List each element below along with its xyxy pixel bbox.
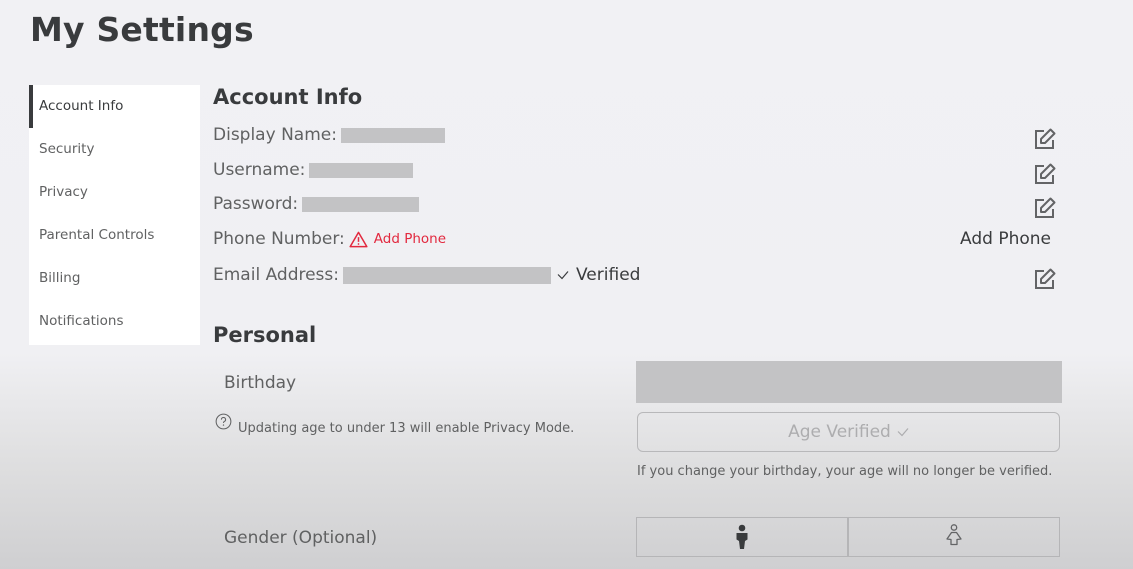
email-label: Email Address: — [213, 265, 339, 285]
gender-female-button[interactable] — [847, 518, 1059, 556]
female-icon — [946, 524, 962, 546]
phone-row: Phone Number: Add Phone — [213, 229, 446, 249]
edit-display-name-icon[interactable] — [1033, 127, 1057, 151]
add-phone-button[interactable]: Add Phone — [960, 229, 1051, 249]
sidebar-item-parental-controls[interactable]: Parental Controls — [29, 214, 200, 257]
display-name-row: Display Name: — [213, 125, 445, 145]
password-row: Password: — [213, 194, 420, 214]
age-verified-button[interactable]: Age Verified — [637, 412, 1060, 452]
display-name-value-redacted — [340, 127, 445, 143]
check-icon — [897, 428, 909, 437]
username-label: Username: — [213, 160, 306, 180]
birthday-label: Birthday — [224, 373, 297, 393]
privacy-mode-hint-text: Updating age to under 13 will enable Pri… — [238, 421, 575, 436]
account-info-heading: Account Info — [213, 85, 363, 109]
edit-email-icon[interactable] — [1033, 267, 1057, 291]
sidebar-item-billing[interactable]: Billing — [29, 257, 200, 300]
verified-text: Verified — [576, 265, 641, 285]
sidebar-item-security[interactable]: Security — [29, 128, 200, 171]
privacy-mode-hint: Updating age to under 13 will enable Pri… — [215, 413, 575, 436]
phone-label: Phone Number: — [213, 229, 345, 249]
password-label: Password: — [213, 194, 299, 214]
add-phone-link-text: Add Phone — [373, 231, 447, 247]
age-verified-text: Age Verified — [788, 422, 891, 442]
email-verified-status: Verified — [557, 265, 640, 285]
gender-selector — [636, 517, 1060, 557]
email-row: Email Address: Verified — [213, 265, 640, 285]
birthday-change-note: If you change your birthday, your age wi… — [637, 464, 1053, 479]
sidebar-item-account-info[interactable]: Account Info — [29, 85, 200, 128]
page-title: My Settings — [30, 10, 254, 49]
gender-male-button[interactable] — [637, 518, 847, 556]
edit-password-icon[interactable] — [1033, 196, 1057, 220]
gender-label: Gender (Optional) — [224, 528, 378, 548]
sidebar-item-privacy[interactable]: Privacy — [29, 171, 200, 214]
edit-username-icon[interactable] — [1033, 162, 1057, 186]
birthday-selector-redacted[interactable] — [636, 361, 1062, 403]
settings-sidebar: Account Info Security Privacy Parental C… — [29, 85, 200, 345]
username-value-redacted — [309, 162, 414, 178]
password-value-redacted — [302, 196, 420, 212]
male-icon — [736, 524, 748, 549]
help-icon[interactable] — [215, 413, 232, 430]
warning-icon — [349, 231, 368, 247]
email-value-redacted — [343, 266, 551, 284]
username-row: Username: — [213, 160, 414, 180]
add-phone-link[interactable]: Add Phone — [349, 231, 446, 248]
display-name-label: Display Name: — [213, 125, 337, 145]
sidebar-item-notifications[interactable]: Notifications — [29, 300, 200, 343]
check-icon — [557, 271, 569, 280]
personal-heading: Personal — [213, 323, 317, 347]
